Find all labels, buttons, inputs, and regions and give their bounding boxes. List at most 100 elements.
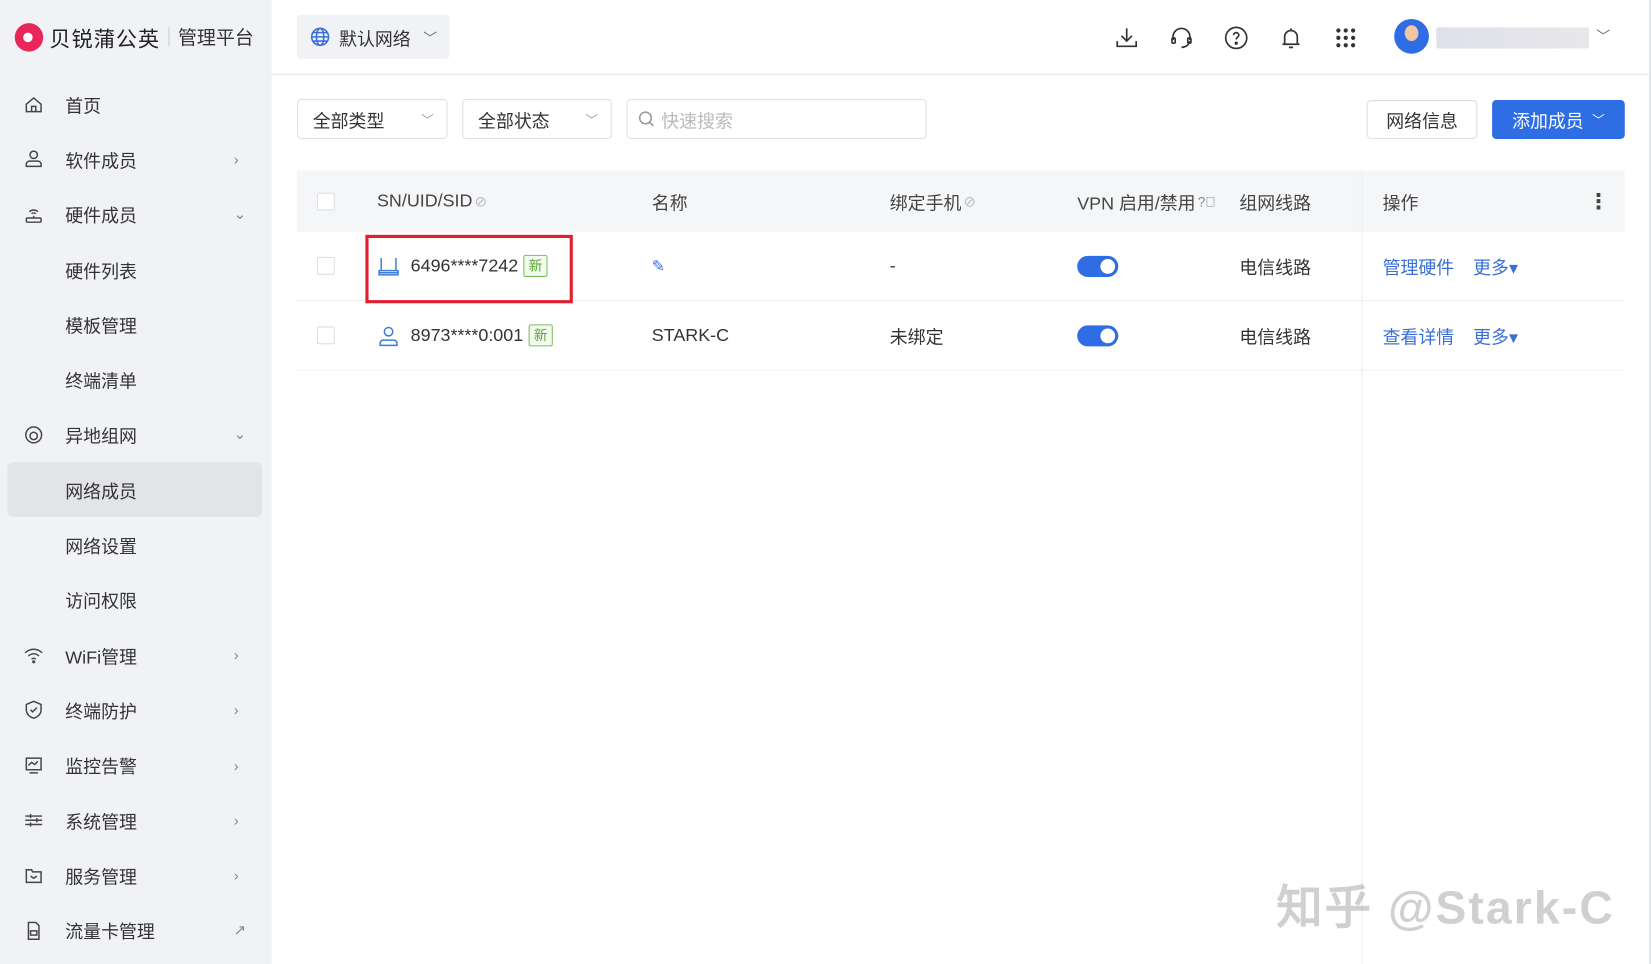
row-checkbox[interactable]	[316, 256, 335, 275]
watermark: 知乎 @Stark-C	[1276, 882, 1615, 935]
status-filter[interactable]: 全部状态 ﹀	[462, 98, 612, 139]
sidebar-item[interactable]: 监控告警 ›	[0, 738, 272, 793]
chevron-down-icon: ﹀	[1592, 112, 1605, 128]
highlight-box	[365, 234, 573, 304]
brand-name: 贝锐蒲公英	[49, 27, 161, 52]
chevron-icon: ›	[233, 646, 239, 664]
user-icon	[23, 149, 44, 170]
chevron-icon: ›	[233, 701, 239, 719]
headset-icon[interactable]	[1169, 25, 1194, 50]
sidebar-item[interactable]: 硬件列表	[0, 242, 272, 297]
chevron-down-icon: ﹀	[585, 112, 599, 127]
header-vpn: VPN 启用/禁用	[1077, 193, 1196, 214]
logo[interactable]: 贝锐蒲公英 管理平台	[14, 21, 254, 53]
wifi-icon	[23, 645, 44, 666]
table-header: SN/UID/SID ⊘ 名称 绑定手机 ⊘ VPN 启用/禁用 ?⃝ 组网线路 操作…	[296, 170, 1625, 232]
sidebar-item[interactable]: 访问权限	[0, 572, 272, 627]
sidebar-item[interactable]: 系统管理 ›	[0, 793, 272, 848]
help-icon[interactable]: ?⃝	[1198, 193, 1216, 209]
sidebar-item-label: 网络设置	[65, 537, 137, 558]
sidebar-item-label: 首页	[65, 96, 102, 117]
add-member-button[interactable]: 添加成员 ﹀	[1492, 100, 1625, 139]
more-dropdown[interactable]: 更多▾	[1473, 253, 1518, 279]
help-icon[interactable]	[1224, 25, 1249, 50]
divider	[168, 27, 170, 47]
network-icon	[23, 424, 44, 445]
column-settings-icon[interactable]: ⋮	[1588, 171, 1609, 232]
sidebar: 贝锐蒲公英 管理平台 首页 软件成员 › 硬件成员 ⌄ 硬件列表 模板管理 终端清单 异地组网 ⌄…	[0, 0, 272, 964]
sidebar-item-label: 模板管理	[65, 316, 137, 337]
sidebar-item-label: WiFi管理	[65, 647, 137, 668]
sidebar-item[interactable]: 服务管理 ›	[0, 848, 272, 903]
type-filter[interactable]: 全部类型 ﹀	[296, 98, 448, 139]
sidebar-nav: 首页 软件成员 › 硬件成员 ⌄ 硬件列表 模板管理 终端清单 异地组网 ⌄ 网络成员 网络设置 访问权…	[0, 77, 272, 958]
sidebar-item[interactable]: 首页	[0, 77, 272, 132]
status-filter-value: 全部状态	[478, 111, 550, 132]
search-placeholder: 快速搜索	[661, 111, 733, 132]
vpn-toggle[interactable]	[1077, 324, 1119, 346]
sidebar-item[interactable]: 硬件成员 ⌄	[0, 187, 272, 242]
member-name: STARK-C	[651, 324, 730, 345]
username-blurred[interactable]	[1436, 27, 1589, 49]
sidebar-item[interactable]: 流量卡管理 ↗	[0, 903, 272, 958]
chevron-down-icon: ﹀	[423, 30, 438, 46]
sidebar-item[interactable]: 终端清单	[0, 352, 272, 407]
row-checkbox[interactable]	[316, 326, 335, 345]
row-action-link[interactable]: 查看详情	[1383, 322, 1455, 348]
brand-subtitle: 管理平台	[177, 27, 254, 49]
select-all-checkbox[interactable]	[316, 192, 335, 211]
sidebar-item[interactable]: 网络成员	[7, 462, 263, 518]
search-input[interactable]: 快速搜索	[626, 98, 927, 139]
sidebar-item-label: 异地组网	[65, 426, 137, 447]
bound-phone: -	[889, 255, 896, 276]
chevron-down-icon: ﹀	[421, 112, 434, 127]
download-icon[interactable]	[1114, 25, 1139, 50]
type-filter-value: 全部类型	[312, 111, 385, 132]
header-line: 组网线路	[1239, 193, 1311, 214]
bell-icon[interactable]	[1278, 25, 1303, 50]
chevron-icon: ↗	[233, 921, 247, 939]
sidebar-item-label: 监控告警	[65, 757, 137, 778]
edit-icon[interactable]: ✎	[652, 256, 665, 275]
sidebar-item-label: 网络成员	[65, 481, 137, 502]
sidebar-item[interactable]: 异地组网 ⌄	[0, 407, 272, 462]
header-ops: 操作	[1382, 193, 1419, 214]
row-action-link[interactable]: 管理硬件	[1383, 253, 1455, 279]
table-row: 8973****0:001 新 STARK-C 未绑定 电信线路 查看详情 更多▾	[296, 301, 1625, 371]
apps-grid-icon[interactable]	[1333, 25, 1358, 50]
chevron-icon: ⌄	[233, 205, 247, 223]
sim-card-icon	[23, 920, 44, 941]
sidebar-item-label: 访问权限	[65, 592, 137, 613]
add-member-label: 添加成员	[1512, 111, 1584, 132]
network-selector[interactable]: 默认网络 ﹀	[296, 14, 450, 59]
chevron-icon: ›	[233, 756, 239, 774]
header-phone: 绑定手机	[889, 193, 962, 214]
eye-off-icon[interactable]: ⊘	[963, 192, 975, 210]
eye-off-icon[interactable]: ⊘	[475, 192, 487, 210]
monitor-icon	[23, 755, 44, 776]
member-id: 8973****0:001	[410, 324, 524, 345]
sliders-icon	[23, 810, 44, 831]
sidebar-item[interactable]: 软件成员 ›	[0, 132, 272, 187]
more-dropdown[interactable]: 更多▾	[1473, 322, 1518, 348]
logo-icon	[14, 22, 44, 52]
sidebar-item[interactable]: 终端防护 ›	[0, 683, 272, 738]
avatar[interactable]	[1394, 18, 1429, 54]
sidebar-item[interactable]: WiFi管理 ›	[0, 628, 272, 683]
shield-icon	[23, 700, 44, 721]
sidebar-item-label: 服务管理	[65, 867, 137, 888]
vpn-toggle[interactable]	[1077, 255, 1119, 277]
chevron-down-icon[interactable]: ﹀	[1596, 25, 1610, 45]
bound-phone: 未绑定	[889, 327, 944, 348]
sidebar-item[interactable]: 网络设置	[0, 517, 272, 572]
router-icon	[23, 204, 44, 225]
sidebar-item-label: 终端防护	[65, 702, 137, 723]
network-info-button[interactable]: 网络信息	[1366, 100, 1478, 139]
header-name: 名称	[651, 193, 688, 214]
network-name: 默认网络	[339, 28, 411, 49]
folder-icon	[23, 865, 44, 886]
sidebar-item[interactable]: 模板管理	[0, 297, 272, 352]
home-icon	[23, 94, 44, 115]
chevron-icon: ›	[233, 151, 239, 168]
network-line: 电信线路	[1239, 327, 1311, 348]
